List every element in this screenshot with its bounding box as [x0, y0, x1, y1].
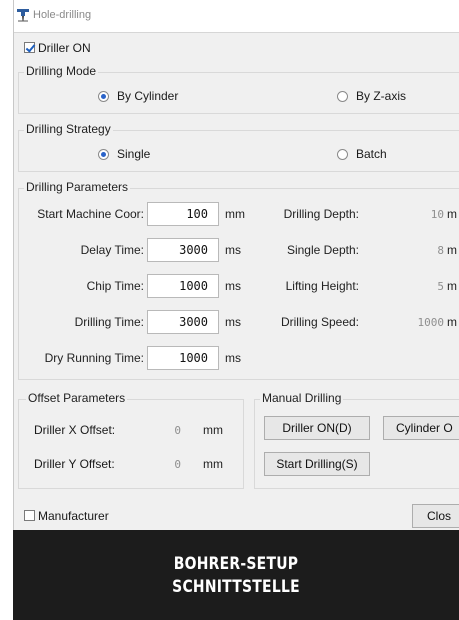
- chip-time-label: Chip Time:: [86, 279, 144, 293]
- driller-y-offset-label: Driller Y Offset:: [34, 457, 115, 471]
- single-depth-value: 8: [437, 244, 444, 257]
- chip-time-input[interactable]: 1000: [147, 274, 219, 298]
- title-bar: Hole-drilling: [14, 0, 459, 33]
- close-button[interactable]: Clos: [412, 504, 459, 528]
- by-z-axis-label: By Z-axis: [356, 89, 407, 103]
- lifting-height-label: Lifting Height:: [285, 279, 359, 293]
- hole-drilling-window: Hole-drilling Driller ON Drilling Mode B…: [13, 0, 459, 530]
- batch-radio[interactable]: [337, 149, 348, 160]
- dry-running-time-unit: ms: [225, 351, 241, 365]
- manual-drilling-title: Manual Drilling: [260, 391, 344, 405]
- drilling-time-label: Drilling Time:: [74, 315, 144, 329]
- driller-x-offset-value: 0: [174, 424, 181, 437]
- caption-banner: BOHRER-SETUP SCHNITTSTELLE: [13, 530, 459, 620]
- driller-x-offset-unit: mm: [203, 423, 223, 437]
- offset-parameters-title: Offset Parameters: [26, 391, 128, 405]
- drilling-depth-value: 10: [430, 208, 444, 221]
- cylinder-button[interactable]: Cylinder O: [383, 416, 459, 440]
- caption-line-1: BOHRER-SETUP: [173, 554, 299, 574]
- driller-on-label: Driller ON: [38, 41, 91, 55]
- chip-time-unit: ms: [225, 279, 241, 293]
- driller-on-button[interactable]: Driller ON(D): [264, 416, 370, 440]
- caption-line-2: SCHNITTSTELLE: [172, 577, 300, 597]
- single-depth-label: Single Depth:: [286, 243, 359, 257]
- driller-y-offset-unit: mm: [203, 457, 223, 471]
- start-machine-coor-input[interactable]: 100: [147, 202, 219, 226]
- by-cylinder-radio[interactable]: [98, 91, 109, 102]
- driller-x-offset-label: Driller X Offset:: [34, 423, 116, 437]
- drilling-parameters-title: Drilling Parameters: [24, 180, 131, 194]
- delay-time-input[interactable]: 3000: [147, 238, 219, 262]
- driller-y-offset-value: 0: [174, 458, 181, 471]
- delay-time-label: Delay Time:: [80, 243, 144, 257]
- drilling-speed-unit: m: [447, 315, 457, 329]
- drilling-time-unit: ms: [225, 315, 241, 329]
- drill-icon: [17, 9, 29, 22]
- drilling-speed-value: 1000: [417, 316, 445, 329]
- drilling-time-input[interactable]: 3000: [147, 310, 219, 334]
- drilling-depth-label: Drilling Depth:: [283, 207, 359, 221]
- offset-parameters-group: [18, 399, 244, 489]
- manufacturer-checkbox[interactable]: [24, 510, 35, 521]
- drilling-strategy-group: [18, 130, 459, 172]
- dry-running-time-label: Dry Running Time:: [44, 351, 144, 365]
- start-machine-coor-label: Start Machine Coor:: [37, 207, 144, 221]
- window-title: Hole-drilling: [33, 9, 92, 21]
- delay-time-unit: ms: [225, 243, 241, 257]
- by-z-axis-radio[interactable]: [337, 91, 348, 102]
- driller-on-checkbox[interactable]: [24, 42, 35, 53]
- single-radio[interactable]: [98, 149, 109, 160]
- start-drilling-button[interactable]: Start Drilling(S): [264, 452, 370, 476]
- dry-running-time-input[interactable]: 1000: [147, 346, 219, 370]
- single-label: Single: [117, 147, 151, 161]
- drilling-strategy-title: Drilling Strategy: [24, 122, 113, 136]
- lifting-height-value: 5: [437, 280, 444, 293]
- lifting-height-unit: m: [447, 279, 457, 293]
- batch-label: Batch: [356, 147, 387, 161]
- manufacturer-label: Manufacturer: [38, 509, 109, 523]
- drilling-depth-unit: m: [447, 207, 457, 221]
- single-depth-unit: m: [447, 243, 457, 257]
- start-machine-coor-unit: mm: [225, 207, 245, 221]
- drilling-mode-title: Drilling Mode: [24, 64, 99, 78]
- by-cylinder-label: By Cylinder: [117, 89, 179, 103]
- drilling-speed-label: Drilling Speed:: [280, 315, 359, 329]
